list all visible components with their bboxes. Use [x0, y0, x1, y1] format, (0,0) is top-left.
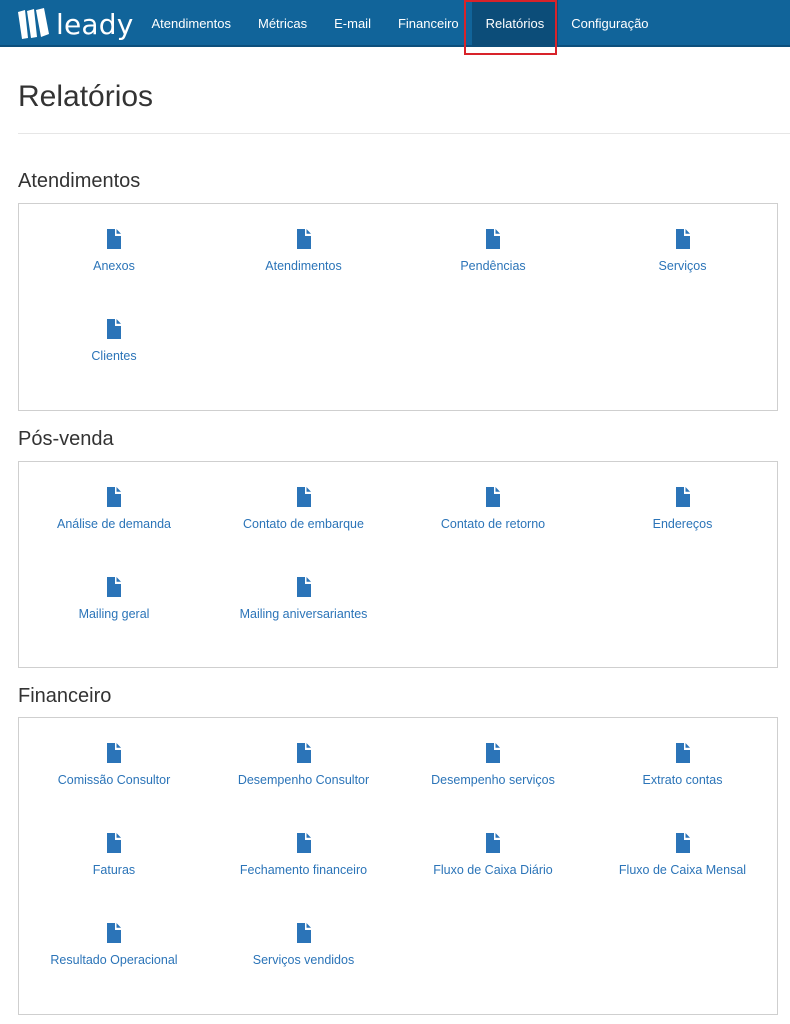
report-link-contato-de-retorno[interactable]: Contato de retorno: [398, 486, 588, 546]
report-link-extrato-contas[interactable]: Extrato contas: [588, 742, 778, 802]
main-nav: Atendimentos Métricas E-mail Financeiro …: [138, 0, 662, 47]
report-link-analise-de-demanda[interactable]: Análise de demanda: [19, 486, 209, 546]
section-title-pos-venda: Pós-venda: [18, 428, 114, 450]
report-link-label: Mailing geral: [78, 607, 150, 621]
report-link-fluxo-de-caixa-mensal[interactable]: Fluxo de Caixa Mensal: [588, 832, 778, 892]
file-icon: [675, 743, 690, 763]
report-link-label: Análise de demanda: [57, 517, 171, 531]
report-link-label: Clientes: [91, 349, 137, 363]
report-link-label: Mailing aniversariantes: [239, 607, 368, 621]
leady-logo-icon: [18, 8, 49, 39]
report-link-label: Atendimentos: [265, 259, 342, 273]
report-link-label: Desempenho serviços: [431, 773, 555, 787]
report-link-anexos[interactable]: Anexos: [19, 228, 209, 288]
report-link-clientes[interactable]: Clientes: [19, 318, 209, 378]
file-icon: [107, 487, 121, 507]
file-icon: [486, 487, 500, 507]
report-link-label: Serviços: [658, 259, 707, 273]
file-icon: [107, 577, 121, 597]
section-panel-atendimentos: Anexos Atendimentos Pendências Serviços Clie…: [18, 203, 778, 411]
report-link-desempenho-servicos[interactable]: Desempenho serviços: [398, 742, 588, 802]
section-panel-financeiro: Comissão Consultor Desempenho Consultor De…: [18, 717, 778, 1015]
report-link-fechamento-financeiro[interactable]: Fechamento financeiro: [209, 832, 399, 892]
report-link-servicos[interactable]: Serviços: [588, 228, 778, 288]
file-icon: [486, 833, 500, 853]
nav-item-atendimentos[interactable]: Atendimentos: [138, 0, 245, 47]
report-link-fluxo-de-caixa-diario[interactable]: Fluxo de Caixa Diário: [398, 832, 588, 892]
page-title: Relatórios: [18, 80, 154, 113]
file-icon: [107, 229, 121, 249]
file-icon: [107, 319, 121, 339]
file-icon: [296, 833, 311, 853]
report-link-comissao-consultor[interactable]: Comissão Consultor: [19, 742, 209, 802]
file-icon: [296, 743, 311, 763]
report-link-label: Serviços vendidos: [252, 953, 355, 967]
report-link-resultado-operacional[interactable]: Resultado Operacional: [19, 922, 209, 982]
report-link-label: Contato de embarque: [243, 517, 364, 531]
file-icon: [107, 833, 121, 853]
report-link-label: Pendências: [460, 259, 526, 273]
section-panel-pos-venda: Análise de demanda Contato de embarque Con…: [18, 461, 778, 668]
report-link-atendimentos[interactable]: Atendimentos: [209, 228, 399, 288]
report-link-label: Contato de retorno: [440, 517, 546, 531]
report-link-mailing-geral[interactable]: Mailing geral: [19, 576, 209, 636]
report-grid: Análise de demanda Contato de embarque Con…: [19, 462, 777, 667]
file-icon: [675, 833, 690, 853]
report-link-label: Fluxo de Caixa Mensal: [618, 863, 747, 877]
file-icon: [296, 229, 311, 249]
report-link-label: Anexos: [93, 259, 135, 273]
file-icon: [486, 743, 500, 763]
report-link-label: Endereços: [652, 517, 713, 531]
report-link-label: Faturas: [92, 863, 136, 877]
report-grid: Anexos Atendimentos Pendências Serviços Clie…: [19, 204, 777, 410]
report-link-label: Fechamento financeiro: [239, 863, 368, 877]
report-link-enderecos[interactable]: Endereços: [588, 486, 778, 546]
file-icon: [107, 923, 121, 943]
file-icon: [296, 487, 311, 507]
report-link-servicos-vendidos[interactable]: Serviços vendidos: [209, 922, 399, 982]
report-link-pendencias[interactable]: Pendências: [398, 228, 588, 288]
section-title-atendimentos: Atendimentos: [18, 170, 141, 192]
file-icon: [107, 743, 121, 763]
report-link-label: Resultado Operacional: [50, 953, 178, 967]
title-divider: [18, 133, 790, 134]
section-title-financeiro: Financeiro: [18, 685, 112, 707]
nav-item-financeiro[interactable]: Financeiro: [384, 0, 472, 47]
report-link-mailing-aniversariantes[interactable]: Mailing aniversariantes: [209, 576, 399, 636]
file-icon: [675, 487, 690, 507]
brand-logo[interactable]: leady: [16, 4, 134, 44]
report-link-faturas[interactable]: Faturas: [19, 832, 209, 892]
nav-item-email[interactable]: E-mail: [321, 0, 385, 47]
brand-name: leady: [56, 7, 134, 41]
report-link-label: Desempenho Consultor: [237, 773, 370, 787]
report-link-desempenho-consultor[interactable]: Desempenho Consultor: [209, 742, 399, 802]
nav-item-relatorios[interactable]: Relatórios: [472, 0, 558, 47]
report-grid: Comissão Consultor Desempenho Consultor De…: [19, 718, 777, 1014]
report-link-label: Fluxo de Caixa Diário: [433, 863, 553, 877]
file-icon: [296, 577, 311, 597]
top-navbar: leady Atendimentos Métricas E-mail Finan…: [0, 0, 790, 47]
nav-item-configuracao[interactable]: Configuração: [558, 0, 662, 47]
report-link-label: Extrato contas: [642, 773, 723, 787]
report-link-label: Comissão Consultor: [57, 773, 171, 787]
file-icon: [296, 923, 311, 943]
nav-item-metricas[interactable]: Métricas: [245, 0, 321, 47]
file-icon: [486, 229, 500, 249]
report-link-contato-de-embarque[interactable]: Contato de embarque: [209, 486, 399, 546]
file-icon: [675, 229, 690, 249]
